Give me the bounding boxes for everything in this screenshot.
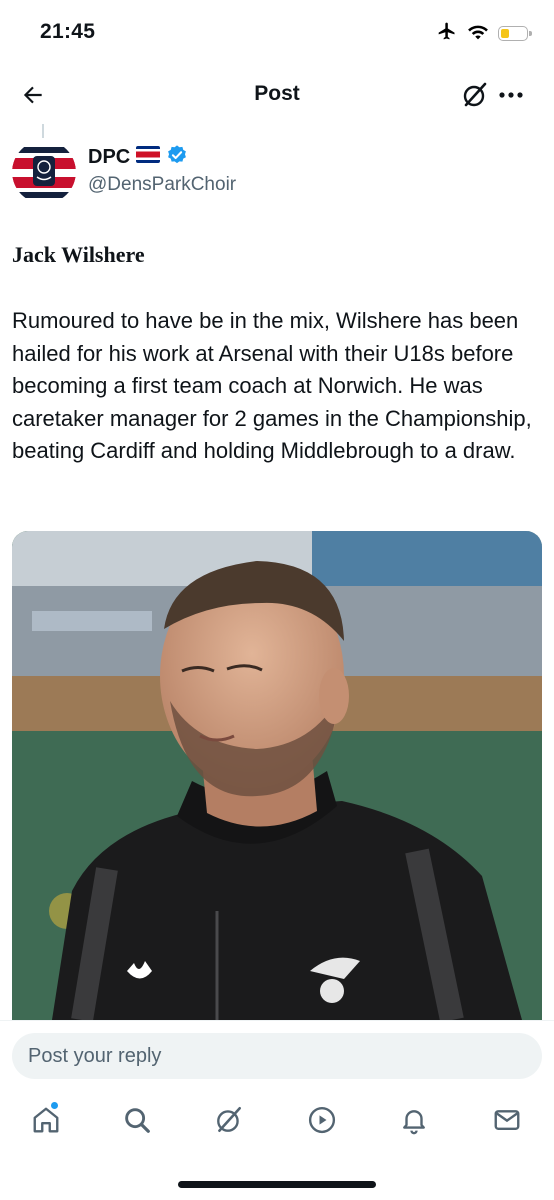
home-notification-dot [51, 1102, 58, 1109]
grok-icon [463, 82, 487, 107]
airplane-icon [436, 21, 458, 46]
battery-icon [498, 25, 532, 41]
tab-messages[interactable] [483, 1096, 531, 1144]
battery-level [501, 28, 509, 38]
post-body: Rumoured to have be in the mix, Wilshere… [12, 308, 532, 463]
status-bar: 21:45 [0, 0, 554, 66]
tab-bar [0, 1086, 554, 1200]
post-heading: Jack Wilshere [12, 242, 145, 267]
thread-line [42, 124, 44, 138]
status-time: 21:45 [40, 20, 96, 43]
more-icon [499, 92, 523, 98]
author-name: DPC [88, 145, 131, 168]
tab-notifications[interactable] [390, 1096, 438, 1144]
home-icon [33, 1107, 59, 1133]
reply-area [0, 1020, 554, 1087]
costa-rica-flag-icon [136, 146, 161, 168]
grok-icon [217, 1106, 241, 1132]
notifications-icon [403, 1110, 425, 1135]
tab-search[interactable] [113, 1096, 161, 1144]
nav-bar: Post [0, 66, 554, 124]
video-icon [308, 1106, 336, 1134]
grok-button[interactable] [458, 78, 492, 112]
search-icon [125, 1108, 150, 1133]
author-handle[interactable]: @DensParkChoir [88, 174, 236, 196]
verified-badge-icon [166, 144, 188, 171]
post-photo[interactable] [12, 531, 542, 1020]
home-indicator [178, 1181, 376, 1188]
author-name-row[interactable]: DPC [88, 144, 188, 170]
wifi-icon [467, 22, 489, 45]
avatar[interactable] [12, 140, 76, 204]
tab-home[interactable] [22, 1096, 70, 1144]
tab-grok[interactable] [205, 1096, 253, 1144]
status-icons [436, 20, 532, 46]
reply-input[interactable] [12, 1033, 542, 1079]
messages-icon [494, 1110, 520, 1130]
tab-video[interactable] [298, 1096, 346, 1144]
more-button[interactable] [494, 78, 528, 112]
